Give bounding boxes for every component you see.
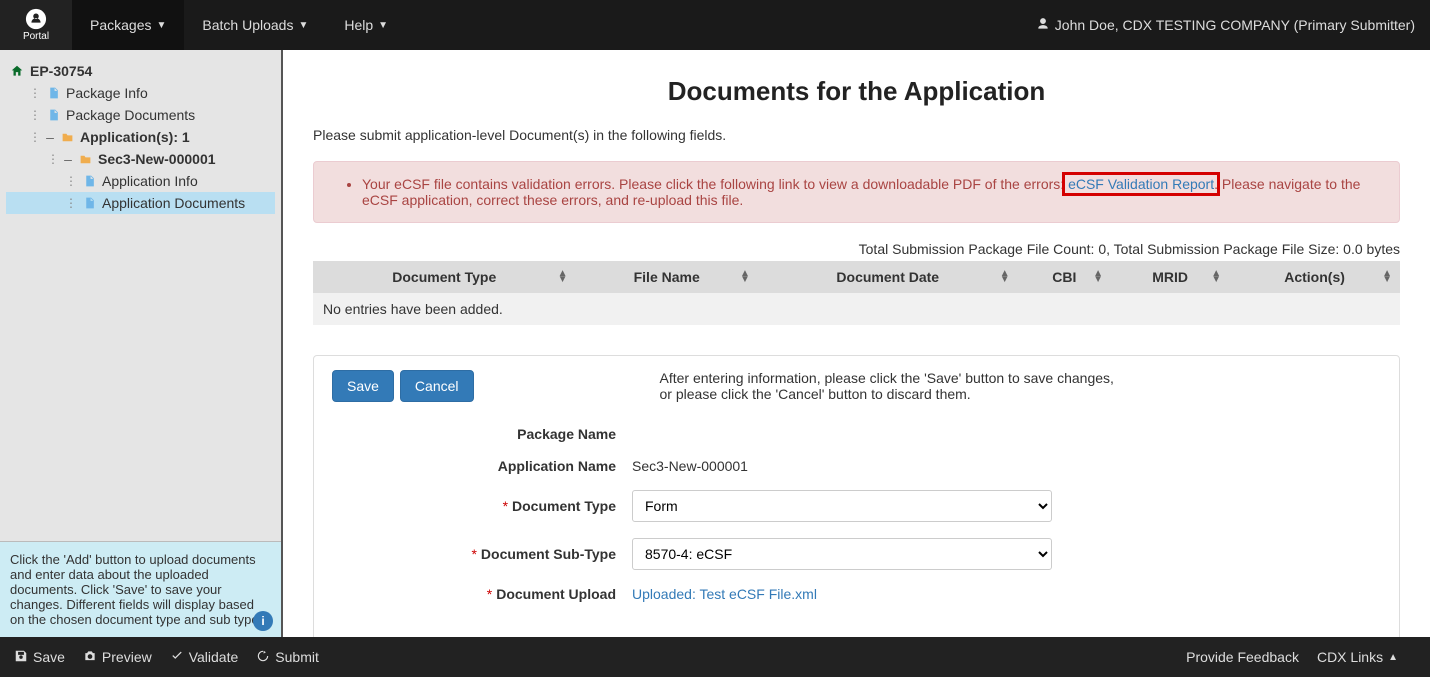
tree-label: Package Info (66, 85, 148, 101)
tree-connector-icon: ⋮ (26, 130, 44, 144)
top-nav: Portal Packages ▼ Batch Uploads ▼ Help ▼… (0, 0, 1430, 50)
nav-packages[interactable]: Packages ▼ (72, 0, 184, 50)
sort-icon: ▲▼ (740, 271, 750, 283)
tree-toggle-icon[interactable]: – (62, 151, 74, 167)
caret-up-icon: ▲ (1388, 652, 1398, 663)
application-name-value: Sec3-New-000001 (632, 458, 1381, 474)
tree-connector-icon: ⋮ (26, 108, 44, 122)
tree-connector-icon: ⋮ (62, 196, 80, 210)
main-content: Documents for the Application Please sub… (283, 50, 1430, 637)
table-header[interactable]: File Name▲▼ (576, 261, 758, 293)
tree-applications[interactable]: ⋮– Application(s): 1 (6, 126, 275, 148)
footer-validate[interactable]: Validate (170, 649, 239, 666)
tree-label: EP-30754 (30, 63, 92, 79)
portal-logo[interactable]: Portal (0, 0, 72, 50)
tree-connector-icon: ⋮ (44, 152, 62, 166)
table-empty-message: No entries have been added. (313, 293, 1400, 325)
tree-app-documents[interactable]: ⋮ Application Documents (6, 192, 275, 214)
tree-package-info[interactable]: ⋮ Package Info (6, 82, 275, 104)
table-header[interactable]: Document Date▲▼ (758, 261, 1018, 293)
document-type-select[interactable]: Form (632, 490, 1052, 522)
footer-preview[interactable]: Preview (83, 649, 152, 666)
file-icon (44, 86, 62, 100)
folder-icon (58, 131, 76, 144)
tree-root[interactable]: EP-30754 (6, 60, 275, 82)
document-type-label: Document Type (512, 498, 616, 514)
document-upload-label: Document Upload (496, 586, 616, 602)
nav-help-label: Help (344, 17, 373, 33)
portal-logo-icon (25, 8, 47, 30)
intro-text: Please submit application-level Document… (313, 127, 1400, 143)
nav-batch-uploads-label: Batch Uploads (202, 17, 293, 33)
sort-icon: ▲▼ (1382, 271, 1392, 283)
table-header[interactable]: Document Type▲▼ (313, 261, 576, 293)
tree-label: Package Documents (66, 107, 195, 123)
tree-label: Application Info (102, 173, 198, 189)
footer-bar: Save Preview Validate Submit Provide Fee… (0, 637, 1430, 677)
file-icon (80, 196, 98, 210)
nav-packages-label: Packages (90, 17, 151, 33)
file-icon (44, 108, 62, 122)
file-icon (80, 174, 98, 188)
sort-icon: ▲▼ (1211, 271, 1221, 283)
save-button[interactable]: Save (332, 370, 394, 402)
tree-package-documents[interactable]: ⋮ Package Documents (6, 104, 275, 126)
sort-icon: ▲▼ (1093, 271, 1103, 283)
caret-down-icon: ▼ (378, 20, 388, 31)
validation-error-alert: Your eCSF file contains validation error… (313, 161, 1400, 223)
nav-tree: EP-30754⋮Package Info⋮Package Documents⋮… (0, 50, 281, 224)
documents-table: Document Type▲▼File Name▲▼Document Date▲… (313, 261, 1400, 325)
document-subtype-label: Document Sub-Type (481, 546, 616, 562)
submission-totals: Total Submission Package File Count: 0, … (313, 241, 1400, 257)
caret-down-icon: ▼ (156, 20, 166, 31)
ecsf-validation-report-link[interactable]: eCSF Validation Report (1068, 176, 1214, 192)
sort-icon: ▲▼ (558, 271, 568, 283)
document-subtype-select[interactable]: 8570-4: eCSF (632, 538, 1052, 570)
tree-label: Application Documents (102, 195, 245, 211)
tree-toggle-icon[interactable]: – (44, 129, 56, 145)
cancel-button[interactable]: Cancel (400, 370, 474, 402)
tree-label: Application(s): 1 (80, 129, 190, 145)
portal-logo-text: Portal (23, 31, 49, 42)
folder-icon (76, 153, 94, 166)
page-title: Documents for the Application (313, 76, 1400, 107)
user-name: John Doe, CDX TESTING COMPANY (Primary S… (1055, 17, 1415, 33)
help-text: Click the 'Add' button to upload documen… (10, 552, 262, 627)
nav-batch-uploads[interactable]: Batch Uploads ▼ (184, 0, 326, 50)
alert-prefix: Your eCSF file contains validation error… (362, 176, 1068, 192)
table-header[interactable]: Action(s)▲▼ (1229, 261, 1400, 293)
help-box: Click the 'Add' button to upload documen… (0, 541, 281, 637)
check-icon (170, 649, 184, 666)
table-header[interactable]: CBI▲▼ (1018, 261, 1111, 293)
nav-help[interactable]: Help ▼ (326, 0, 406, 50)
panel-note: After entering information, please click… (660, 370, 1120, 402)
tree-connector-icon: ⋮ (62, 174, 80, 188)
info-icon[interactable]: i (253, 611, 273, 631)
user-info[interactable]: John Doe, CDX TESTING COMPANY (Primary S… (1021, 17, 1430, 34)
footer-cdx-links[interactable]: CDX Links ▲ (1317, 649, 1398, 665)
caret-down-icon: ▼ (298, 20, 308, 31)
tree-connector-icon: ⋮ (26, 86, 44, 100)
table-header[interactable]: MRID▲▼ (1111, 261, 1229, 293)
user-icon (1036, 17, 1050, 34)
footer-save[interactable]: Save (14, 649, 65, 666)
camera-icon (83, 649, 97, 666)
submit-icon (256, 649, 270, 666)
tree-app-sec3[interactable]: ⋮– Sec3-New-000001 (6, 148, 275, 170)
home-icon (8, 64, 26, 78)
application-name-label: Application Name (332, 458, 632, 474)
sidebar: EP-30754⋮Package Info⋮Package Documents⋮… (0, 50, 283, 637)
uploaded-file-link[interactable]: Uploaded: Test eCSF File.xml (632, 586, 817, 602)
package-name-label: Package Name (332, 426, 632, 442)
sort-icon: ▲▼ (1000, 271, 1010, 283)
footer-feedback[interactable]: Provide Feedback (1186, 649, 1299, 665)
tree-label: Sec3-New-000001 (98, 151, 216, 167)
tree-app-info[interactable]: ⋮ Application Info (6, 170, 275, 192)
document-form-panel: Save Cancel After entering information, … (313, 355, 1400, 637)
footer-submit[interactable]: Submit (256, 649, 319, 666)
save-icon (14, 649, 28, 666)
